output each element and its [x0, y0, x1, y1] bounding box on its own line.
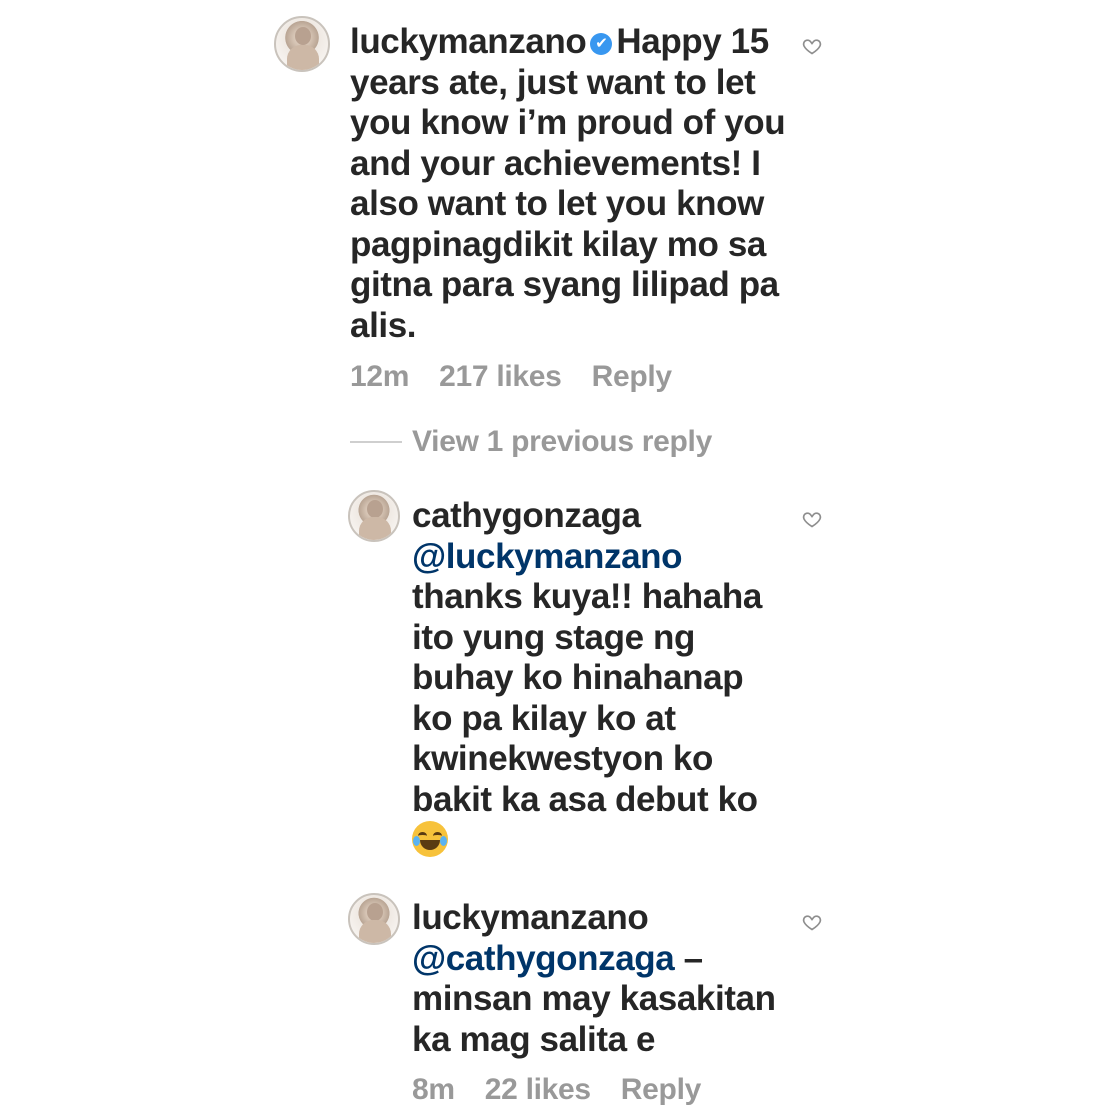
reply-luckymanzano-meta: 8m 22 likes Reply [412, 1073, 701, 1107]
heart-outline-icon[interactable] [802, 509, 822, 529]
heart-outline-icon[interactable] [802, 912, 822, 932]
reply-luckymanzano-mention-line: @cathygonzaga – [412, 939, 792, 980]
reply-cathygonzaga-line-0: thanks kuya!! hahaha [412, 577, 762, 616]
comment-top-line-6: gitna para syang lilipad pa [350, 265, 779, 304]
comment-top-line-4: also want to let you know [350, 184, 764, 223]
comment-top-text: luckymanzano ✔ Happy 15 years ate, just wa… [350, 22, 790, 346]
reply-cathygonzaga-line-5: bakit ka asa debut ko [412, 779, 758, 819]
reply-luckymanzano-reply-button[interactable]: Reply [621, 1073, 702, 1107]
comment-top [274, 16, 330, 72]
reply-cathygonzaga-line-1: ito yung stage ng [412, 617, 695, 657]
comment-top-line-3: and your achievements! I [350, 143, 761, 183]
comment-top-time: 12m [350, 360, 410, 393]
comment-top-line-2: you know i’m proud of you [350, 103, 786, 142]
reply-luckymanzano-line-0: minsan may kasakitan [412, 979, 776, 1018]
view-previous-replies[interactable]: View 1 previous reply [350, 425, 712, 459]
comment-top-line-0: luckymanzano ✔ Happy 15 [350, 22, 790, 63]
comment-top-first-line: Happy 15 [616, 22, 769, 61]
heart-outline-icon[interactable] [802, 36, 822, 56]
reply-luckymanzano [348, 893, 400, 945]
reply-cathygonzaga-line-2: buhay ko hinahanap [412, 658, 744, 697]
comment-top-line-5: pagpinagdikit kilay mo sa [350, 224, 766, 264]
comment-top-meta: 12m 217 likes Reply [350, 360, 672, 394]
reply-luckymanzano-likes[interactable]: 22 likes [485, 1073, 591, 1107]
reply-cathygonzaga-line-4: kwinekwestyon ko [412, 739, 713, 778]
reply-luckymanzano-text: luckymanzano @cathygonzaga – minsan may … [412, 898, 792, 1060]
reply-cathygonzaga-username[interactable]: cathygonzaga [412, 496, 792, 537]
face-with-tears-of-joy-icon [412, 821, 448, 857]
view-previous-replies-label[interactable]: View 1 previous reply [412, 425, 712, 459]
avatar-luckymanzano[interactable] [274, 16, 330, 72]
reply-cathygonzaga-text: cathygonzaga @luckymanzano thanks kuya!!… [412, 496, 792, 861]
reply-cathygonzaga-emoji-line [412, 820, 792, 861]
reply-luckymanzano-mention[interactable]: @cathygonzaga [412, 939, 675, 978]
comment-top-username[interactable]: luckymanzano [350, 22, 587, 61]
avatar-luckymanzano-reply[interactable] [348, 893, 400, 945]
reply-luckymanzano-time: 8m [412, 1073, 455, 1106]
reply-cathygonzaga [348, 490, 400, 542]
comment-top-line-7: alis. [350, 305, 417, 345]
replies-divider-line [350, 441, 402, 443]
comment-top-line-1: years ate, just want to let [350, 62, 756, 102]
reply-luckymanzano-mention-suffix: – [674, 938, 703, 978]
verified-badge-icon: ✔ [590, 33, 613, 55]
avatar-cathygonzaga[interactable] [348, 490, 400, 542]
comment-top-reply-button[interactable]: Reply [592, 360, 673, 394]
reply-luckymanzano-line-1: ka mag salita e [412, 1019, 656, 1059]
reply-cathygonzaga-mention[interactable]: @luckymanzano [412, 537, 792, 578]
reply-cathygonzaga-line-3: ko pa kilay ko at [412, 698, 676, 738]
comment-top-likes[interactable]: 217 likes [439, 360, 562, 394]
reply-luckymanzano-username[interactable]: luckymanzano [412, 898, 792, 939]
